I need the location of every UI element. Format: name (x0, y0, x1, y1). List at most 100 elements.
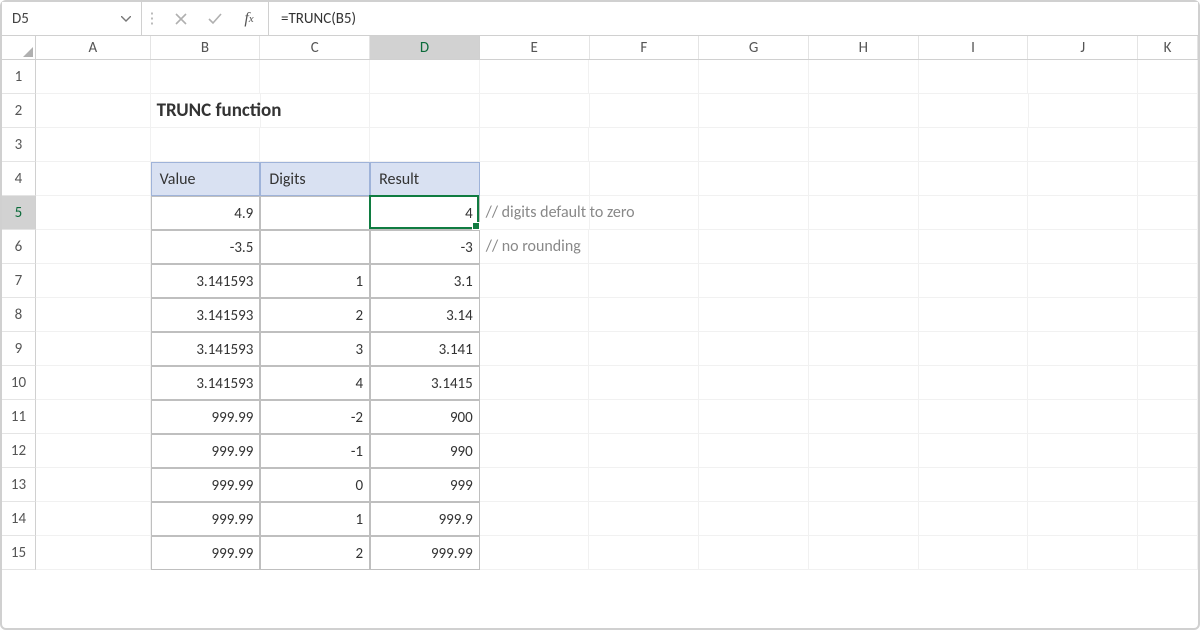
cell[interactable] (261, 94, 371, 128)
table-header-value[interactable]: Value (151, 162, 261, 196)
table-cell-digits[interactable]: -2 (260, 400, 370, 434)
cell[interactable] (1138, 196, 1198, 230)
cell[interactable] (1138, 128, 1198, 162)
table-header-digits[interactable]: Digits (260, 162, 370, 196)
table-cell-digits[interactable]: 0 (260, 468, 370, 502)
cell[interactable] (809, 434, 919, 468)
cell[interactable] (809, 400, 919, 434)
cell[interactable] (1138, 502, 1198, 536)
col-header-J[interactable]: J (1028, 36, 1138, 59)
col-header-G[interactable]: G (699, 36, 809, 59)
formula-input[interactable]: =TRUNC(B5) (269, 2, 1198, 35)
col-header-D[interactable]: D (370, 36, 480, 59)
row-header[interactable]: 14 (2, 502, 36, 536)
cell[interactable] (809, 332, 919, 366)
cell[interactable] (919, 162, 1029, 196)
cell[interactable] (36, 468, 151, 502)
cell[interactable] (699, 60, 809, 94)
cell[interactable] (809, 94, 919, 128)
cell[interactable] (1138, 94, 1198, 128)
row-header[interactable]: 15 (2, 536, 36, 570)
cell[interactable] (589, 332, 699, 366)
col-header-F[interactable]: F (590, 36, 700, 59)
cell[interactable] (589, 298, 699, 332)
table-cell-digits[interactable]: 4 (260, 366, 370, 400)
cell[interactable] (480, 264, 590, 298)
cell[interactable] (919, 94, 1029, 128)
cell[interactable] (36, 94, 151, 128)
cell[interactable] (1138, 434, 1198, 468)
cell[interactable] (919, 400, 1029, 434)
cell[interactable] (1028, 230, 1138, 264)
col-header-E[interactable]: E (480, 36, 590, 59)
cell[interactable] (370, 60, 480, 94)
cell[interactable] (809, 298, 919, 332)
cell[interactable] (699, 332, 809, 366)
cell[interactable] (809, 230, 919, 264)
cell[interactable] (1028, 536, 1138, 570)
cell[interactable]: // digits default to zero (480, 196, 590, 230)
cell[interactable] (699, 94, 809, 128)
row-header[interactable]: 5 (2, 196, 36, 230)
cell[interactable] (1138, 162, 1198, 196)
cell[interactable] (36, 298, 151, 332)
table-header-result[interactable]: Result (370, 162, 480, 196)
cell[interactable] (919, 230, 1029, 264)
cell[interactable] (36, 366, 151, 400)
cell[interactable] (919, 434, 1029, 468)
cell[interactable] (480, 502, 590, 536)
cell[interactable] (809, 366, 919, 400)
cell[interactable] (480, 162, 590, 196)
table-cell-value[interactable]: -3.5 (151, 230, 261, 264)
col-header-I[interactable]: I (919, 36, 1029, 59)
cell[interactable] (1138, 60, 1198, 94)
name-box[interactable]: D5 (2, 2, 142, 35)
table-cell-digits[interactable] (260, 196, 370, 230)
cell[interactable] (919, 502, 1029, 536)
cell[interactable] (919, 60, 1029, 94)
cell[interactable] (590, 196, 700, 230)
table-cell-digits[interactable]: -1 (260, 434, 370, 468)
row-header[interactable]: 13 (2, 468, 36, 502)
table-cell-result[interactable]: 900 (370, 400, 480, 434)
cell[interactable] (1138, 298, 1198, 332)
cell[interactable] (260, 60, 370, 94)
row-header[interactable]: 9 (2, 332, 36, 366)
cancel-icon[interactable] (170, 8, 192, 30)
cell[interactable] (36, 536, 151, 570)
row-header[interactable]: 2 (2, 94, 36, 128)
cell[interactable] (151, 128, 261, 162)
spreadsheet-grid[interactable]: A B C D E F G H I J K 1 2 (2, 36, 1198, 628)
cell[interactable] (919, 264, 1029, 298)
cell[interactable] (590, 94, 700, 128)
col-header-C[interactable]: C (260, 36, 370, 59)
cell[interactable] (919, 196, 1029, 230)
cell[interactable] (1138, 264, 1198, 298)
table-cell-value[interactable]: 4.9 (151, 196, 261, 230)
cell[interactable] (699, 264, 809, 298)
cell[interactable] (480, 298, 590, 332)
cell[interactable] (589, 60, 699, 94)
cell[interactable] (589, 230, 699, 264)
cell[interactable] (809, 468, 919, 502)
cell[interactable] (1028, 60, 1138, 94)
table-cell-digits[interactable]: 2 (260, 298, 370, 332)
table-cell-result[interactable]: 3.1 (370, 264, 480, 298)
table-cell-value[interactable]: 3.141593 (151, 366, 261, 400)
table-cell-result[interactable]: -3 (370, 230, 480, 264)
cell[interactable] (699, 298, 809, 332)
table-cell-result[interactable]: 3.14 (370, 298, 480, 332)
cell[interactable] (1028, 502, 1138, 536)
cell[interactable] (480, 366, 590, 400)
cell[interactable] (480, 536, 590, 570)
cell[interactable] (589, 264, 699, 298)
table-cell-value[interactable]: 999.99 (151, 536, 261, 570)
enter-check-icon[interactable] (204, 8, 226, 30)
cell[interactable] (1029, 94, 1139, 128)
cell[interactable] (370, 128, 480, 162)
cell[interactable] (699, 366, 809, 400)
cell[interactable]: // no rounding (480, 230, 590, 264)
cell[interactable] (36, 400, 151, 434)
table-cell-result[interactable]: 999.9 (370, 502, 480, 536)
col-header-A[interactable]: A (36, 36, 151, 59)
